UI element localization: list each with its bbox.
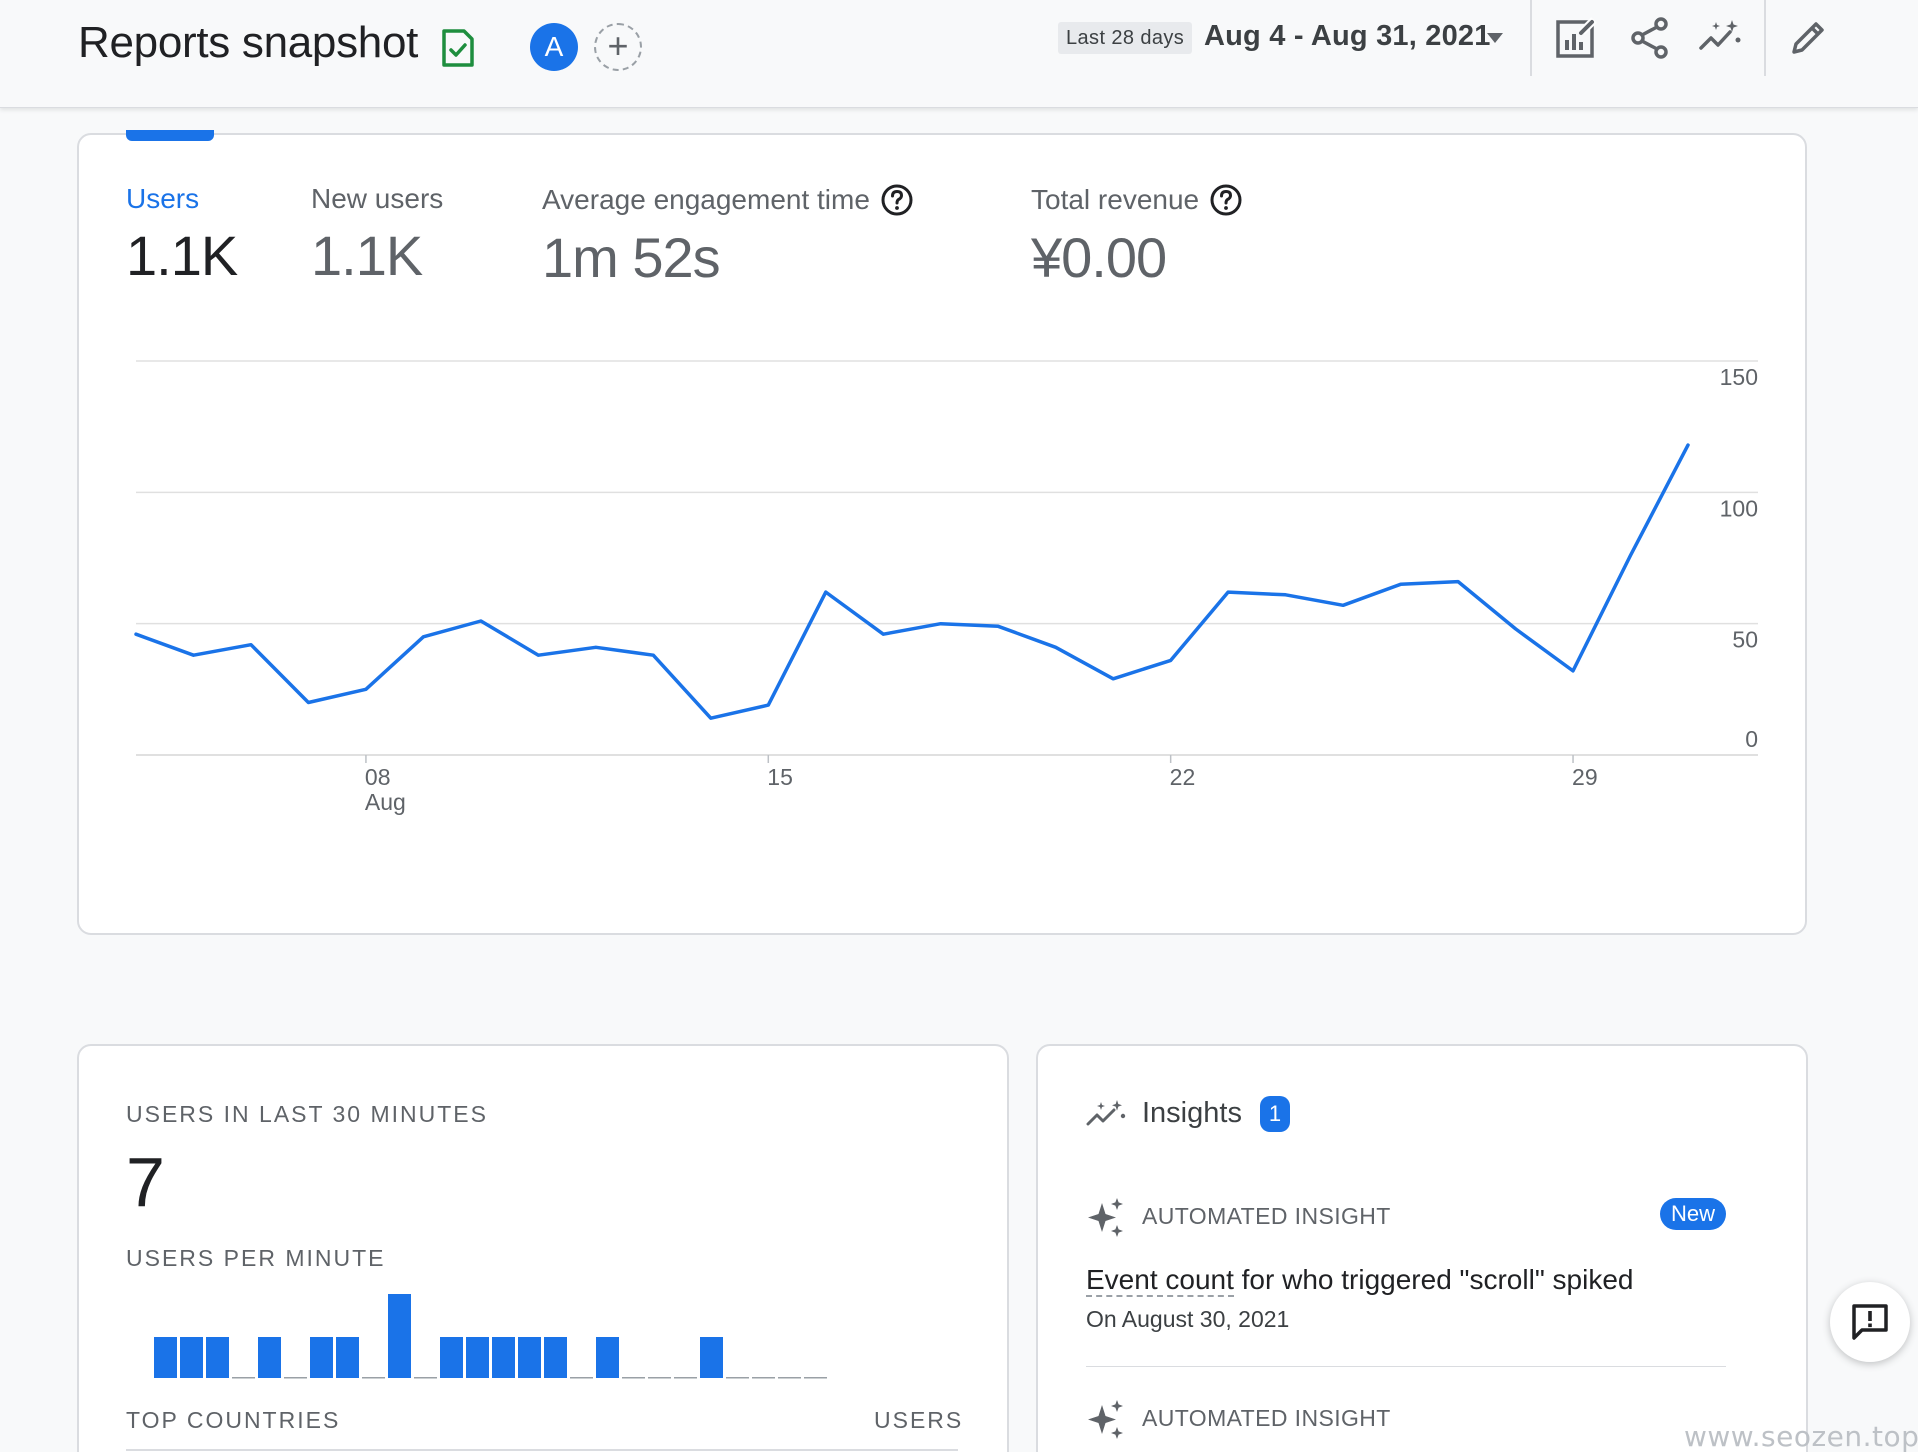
insight-metric-name[interactable]: Event count [1086,1264,1234,1297]
insight-headline[interactable]: Event count for who triggered "scroll" s… [1086,1264,1634,1297]
per-minute-caption: USERS PER MINUTE [126,1245,386,1271]
y-tick-label: 150 [1720,364,1758,390]
x-tick-label: 08 [365,764,391,790]
insight-divider [1086,1366,1726,1367]
users-column-caption: USERS [874,1407,964,1433]
new-badge: New [1660,1198,1726,1230]
users-line-chart: 0 50 100 150 08Aug 15 22 29 [134,360,1758,815]
realtime-user-count: 7 [126,1143,165,1221]
countries-divider [126,1449,958,1451]
insight-type-label: AUTOMATED INSIGHT [1142,1405,1391,1431]
realtime-caption: USERS IN LAST 30 MINUTES [126,1101,488,1127]
sparkle-icon [1088,1400,1123,1439]
insights-title: Insights [1142,1097,1242,1129]
x-tick-label: 29 [1572,764,1598,790]
series-line-users [134,443,1690,720]
insight-date: On August 30, 2021 [1086,1306,1290,1332]
feedback-button[interactable] [1830,1282,1910,1362]
feedback-icon [1852,1304,1888,1340]
y-tick-label: 0 [1745,726,1758,752]
watermark: www.seozen.top [1684,1420,1918,1452]
top-countries-caption: TOP COUNTRIES [126,1407,341,1433]
x-tick-sublabel: Aug [365,789,406,815]
insights-count-badge: 1 [1260,1096,1290,1132]
insights-icon [1086,1100,1126,1126]
sparkle-icon [1088,1198,1123,1237]
insight-headline-text: for who triggered "scroll" spiked [1233,1264,1634,1295]
insight-type-label: AUTOMATED INSIGHT [1142,1203,1391,1229]
y-tick-label: 100 [1720,495,1758,521]
x-tick-label: 15 [767,764,793,790]
x-tick-label: 22 [1170,764,1196,790]
y-tick-label: 50 [1732,627,1758,653]
